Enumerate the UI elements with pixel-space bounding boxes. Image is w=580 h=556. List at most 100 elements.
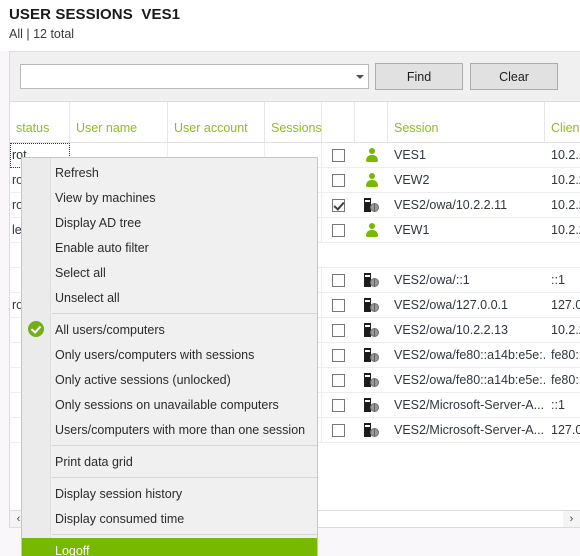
checkbox-icon[interactable] [332,398,345,412]
cell-type-icon [355,368,388,392]
clear-button[interactable]: Clear [470,63,558,90]
session-icon [363,297,380,313]
column-header-label: User name [76,121,138,135]
row-select-checkbox[interactable] [322,218,355,242]
row-select-checkbox[interactable] [322,293,355,317]
menu-item-label: Display AD tree [55,215,142,230]
menu-separator [52,477,317,478]
column-header-user-account[interactable]: User account [168,102,265,143]
checkbox-icon[interactable] [332,223,345,237]
scroll-right-icon[interactable]: › [563,511,580,527]
row-select-checkbox[interactable] [322,168,355,192]
column-header-label: status [16,121,50,135]
menu-item-label: Only active sessions (unlocked) [55,372,231,387]
checkbox-checked-icon[interactable] [332,198,345,212]
left-margin [0,102,9,556]
checkbox-icon[interactable] [332,348,345,362]
cell-session: VES2/owa/fe80::a14b:e5e:... [394,348,545,362]
cell-client-ip: 10.2.2.11 [551,223,580,237]
find-button[interactable]: Find [375,63,463,90]
menu-item-label: Only sessions on unavailable computers [55,397,279,412]
cell-type-icon [355,343,388,367]
cell-client-ip: ::1 [551,398,565,412]
cell-client-ip: ::1 [551,273,565,287]
checkbox-icon[interactable] [332,148,345,162]
session-icon [363,372,380,388]
cell-session: VES2/Microsoft-Server-A... [394,398,545,412]
menu-item-label: Users/computers with more than one sessi… [55,422,306,437]
menu-item-label: Logoff [55,543,90,556]
menu-item-view-by-machines[interactable]: View by machines [22,185,317,210]
menu-item-print-data-grid[interactable]: Print data grid [22,449,317,474]
menu-item-unselect-all[interactable]: Unselect all [22,285,317,310]
user-sessions-window: USER SESSIONS VES1 All | 12 total Find C… [0,0,580,556]
cell-client-ip: 10.2.1.1, [551,148,580,162]
session-icon [363,322,380,338]
checkbox-icon[interactable] [332,298,345,312]
menu-item-enable-auto-filter[interactable]: Enable auto filter [22,235,317,260]
checkbox-icon[interactable] [332,273,345,287]
row-select-checkbox[interactable] [322,318,355,342]
row-select-checkbox[interactable] [322,268,355,292]
menu-item-select-all[interactable]: Select all [22,260,317,285]
checkbox-icon[interactable] [332,323,345,337]
menu-item-label: Display consumed time [55,511,185,526]
page-subtitle: All | 12 total [9,27,75,41]
column-header-blank-5[interactable] [355,102,388,143]
chevron-down-icon[interactable] [351,65,368,88]
menu-item-label: Only users/computers with sessions [55,347,255,362]
cell-type-icon [355,418,388,442]
cell-type-icon [355,143,388,167]
row-select-checkbox[interactable] [322,393,355,417]
user-icon [364,222,380,238]
row-select-checkbox[interactable] [322,368,355,392]
checkbox-icon[interactable] [332,373,345,387]
cell-client-ip: 10.2.2.13 [551,323,580,337]
menu-item-all-users-computers[interactable]: All users/computers [22,317,317,342]
menu-item-label: Enable auto filter [55,240,149,255]
user-icon [364,147,380,163]
checkbox-icon[interactable] [332,173,345,187]
cell-session: VES2/owa/10.2.2.11 [394,198,508,212]
checkbox-icon[interactable] [332,423,345,437]
menu-item-label: View by machines [55,190,156,205]
row-select-checkbox[interactable] [322,418,355,442]
cell-client-ip: 10.2.2.12 [551,173,580,187]
cell-client-ip: fe80::a14 [551,348,580,362]
user-icon [364,172,380,188]
page-title: USER SESSIONS VES1 [9,6,181,23]
left-margin-top [0,51,9,102]
cell-type-icon [355,393,388,417]
filter-combobox[interactable] [20,64,369,89]
menu-item-label: Select all [55,265,106,280]
column-header-client-ip[interactable]: Client IP [545,102,580,143]
menu-item-refresh[interactable]: Refresh [22,160,317,185]
row-select-checkbox[interactable] [322,143,355,167]
cell-session: VES2/Microsoft-Server-A... [394,423,545,437]
row-select-checkbox[interactable] [322,193,355,217]
cell-type-icon [355,293,388,317]
column-header-status[interactable]: status [10,102,70,143]
menu-item-users-computers-with-more-than-one-session[interactable]: Users/computers with more than one sessi… [22,417,317,442]
column-header-sessions[interactable]: Sessions [265,102,322,143]
menu-item-only-sessions-on-unavailable-computers[interactable]: Only sessions on unavailable computers [22,392,317,417]
column-header-session[interactable]: Session [388,102,545,143]
menu-item-display-consumed-time[interactable]: Display consumed time [22,506,317,531]
cell-session: VEW2 [394,173,430,187]
grid-header-row: status User name User account Sessions Sessi… [10,102,580,143]
column-header-user-name[interactable]: User name [70,102,168,143]
menu-item-display-session-history[interactable]: Display session history [22,481,317,506]
menu-item-display-ad-tree[interactable]: Display AD tree [22,210,317,235]
menu-item-only-users-computers-with-sessions[interactable]: Only users/computers with sessions [22,342,317,367]
session-icon [363,272,380,288]
menu-item-logoff[interactable]: Logoff [22,538,317,556]
row-select-checkbox[interactable] [322,343,355,367]
column-header-label: Session [394,121,439,135]
column-header-blank-4[interactable] [322,102,355,143]
menu-separator [52,313,317,314]
column-header-label: Sessions [271,121,322,135]
column-header-label: Client IP [551,121,580,135]
check-circle-icon [28,321,44,337]
menu-item-only-active-sessions-unlocked[interactable]: Only active sessions (unlocked) [22,367,317,392]
session-icon [363,397,380,413]
